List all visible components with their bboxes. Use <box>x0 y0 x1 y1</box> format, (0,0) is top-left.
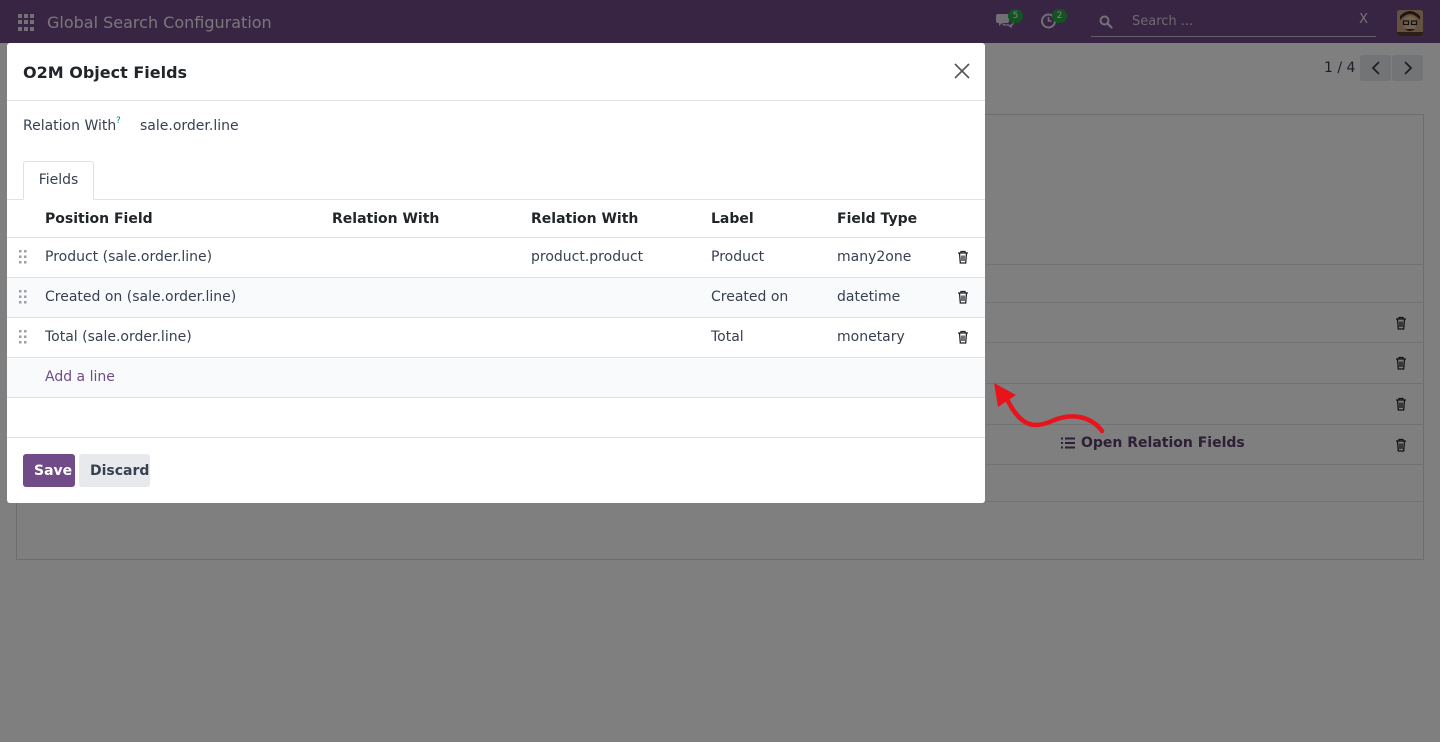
column-label[interactable]: Label <box>711 211 754 227</box>
drag-handle-icon[interactable] <box>19 290 27 304</box>
cell-field-type[interactable]: datetime <box>837 289 900 305</box>
trash-icon[interactable] <box>957 250 969 264</box>
o2m-fields-dialog: O2M Object Fields Relation With ? sale.o… <box>7 43 985 503</box>
drag-handle-icon[interactable] <box>19 330 27 344</box>
cell-position-field[interactable]: Total (sale.order.line) <box>45 329 192 345</box>
dialog-header: O2M Object Fields <box>7 43 985 101</box>
dialog-title: O2M Object Fields <box>23 63 188 82</box>
add-line-link[interactable]: Add a line <box>45 369 115 385</box>
table-row[interactable]: Created on (sale.order.line) Created on … <box>7 278 985 318</box>
trash-icon[interactable] <box>957 330 969 344</box>
relation-with-label: Relation With <box>23 118 117 134</box>
cell-field-type[interactable]: many2one <box>837 249 911 265</box>
add-line-row: Add a line <box>7 359 985 398</box>
dialog-footer: Save Discard <box>7 437 985 503</box>
cell-label[interactable]: Created on <box>711 289 788 305</box>
table-row[interactable]: Total (sale.order.line) Total monetary <box>7 318 985 358</box>
cell-position-field[interactable]: Created on (sale.order.line) <box>45 289 236 305</box>
cell-field-type[interactable]: monetary <box>837 329 905 345</box>
tab-fields[interactable]: Fields <box>23 161 94 200</box>
close-icon[interactable] <box>952 61 972 81</box>
trash-icon[interactable] <box>957 290 969 304</box>
relation-help-tooltip[interactable]: ? <box>116 116 121 126</box>
fields-table-header: Position Field Relation With Relation Wi… <box>7 200 985 238</box>
save-button[interactable]: Save <box>23 454 75 487</box>
cell-label[interactable]: Product <box>711 249 764 265</box>
column-field-type[interactable]: Field Type <box>837 211 917 227</box>
column-position-field[interactable]: Position Field <box>45 211 153 227</box>
cell-relation-with-2[interactable]: product.product <box>531 249 643 265</box>
annotation-arrow-icon <box>990 375 1110 441</box>
cell-label[interactable]: Total <box>711 329 744 345</box>
column-relation-with[interactable]: Relation With <box>332 211 439 227</box>
table-row[interactable]: Product (sale.order.line) product.produc… <box>7 238 985 278</box>
relation-with-value: sale.order.line <box>140 118 239 134</box>
drag-handle-icon[interactable] <box>19 250 27 264</box>
column-relation-with-2[interactable]: Relation With <box>531 211 638 227</box>
cell-position-field[interactable]: Product (sale.order.line) <box>45 249 212 265</box>
discard-button[interactable]: Discard <box>79 454 150 487</box>
